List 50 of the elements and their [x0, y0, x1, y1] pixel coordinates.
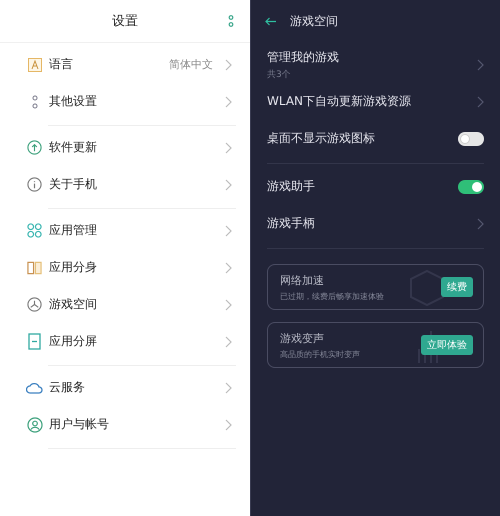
split-screen-icon [28, 333, 41, 350]
cloud-icon [26, 382, 43, 394]
steering-wheel-icon [27, 297, 42, 312]
settings-item[interactable]: 其他设置 [0, 83, 250, 120]
settings-item[interactable]: 关于手机 [0, 166, 250, 203]
letter-a-icon [28, 58, 42, 72]
card-subtitle: 高品质的手机实时变声 [280, 348, 361, 360]
settings-item[interactable]: 云服务 [0, 369, 250, 406]
chevron-icon[interactable] [477, 218, 484, 230]
chevron-icon[interactable] [477, 96, 484, 108]
chevron-icon [225, 262, 232, 274]
settings-item[interactable]: 用户与帐号 [0, 406, 250, 443]
toggle-switch[interactable] [458, 180, 484, 194]
setting-label: 游戏手柄 [267, 215, 316, 232]
chevron-icon [225, 418, 232, 430]
chevron-icon [225, 178, 232, 190]
up-arrow-circle-icon [27, 140, 42, 155]
chevron-icon[interactable] [477, 58, 484, 70]
setting-label: 游戏助手 [267, 178, 316, 195]
chevron-icon [225, 224, 232, 236]
back-arrow-icon[interactable] [265, 16, 277, 26]
chevron-icon [225, 382, 232, 394]
settings-item[interactable]: 应用分身 [0, 249, 250, 286]
chevron-icon [225, 142, 232, 154]
settings-item[interactable]: 软件更新 [0, 129, 250, 166]
two-panels-icon [27, 260, 42, 274]
page-title: 游戏空间 [290, 12, 338, 30]
settings-item[interactable]: 应用管理 [0, 212, 250, 249]
four-circles-icon [27, 223, 42, 238]
info-icon [27, 177, 42, 192]
chevron-icon [225, 96, 232, 108]
item-value: 简体中文 [169, 57, 213, 72]
page-title: 设置 [112, 13, 138, 30]
settings-item[interactable]: 语言 简体中文 [0, 46, 250, 83]
setting-subtitle: 共3个 [267, 68, 292, 80]
settings-item[interactable]: 应用分屏 [0, 323, 250, 360]
chevron-icon [225, 58, 232, 70]
setting-label: 管理我的游戏 [267, 48, 340, 66]
toggle-switch[interactable] [458, 132, 484, 146]
card-subtitle: 已过期，续费后畅享加速体验 [280, 290, 385, 302]
more-icon[interactable] [228, 15, 234, 27]
chevron-icon [225, 298, 232, 310]
chevron-icon [225, 336, 232, 348]
dots-icon [32, 94, 38, 108]
setting-label: 桌面不显示游戏图标 [267, 130, 376, 147]
card-title: 网络加速 [280, 272, 325, 288]
user-circle-icon [26, 416, 42, 432]
card-title: 游戏变声 [280, 330, 325, 346]
settings-item[interactable]: 游戏空间 [0, 286, 250, 323]
setting-label: WLAN下自动更新游戏资源 [267, 93, 412, 110]
